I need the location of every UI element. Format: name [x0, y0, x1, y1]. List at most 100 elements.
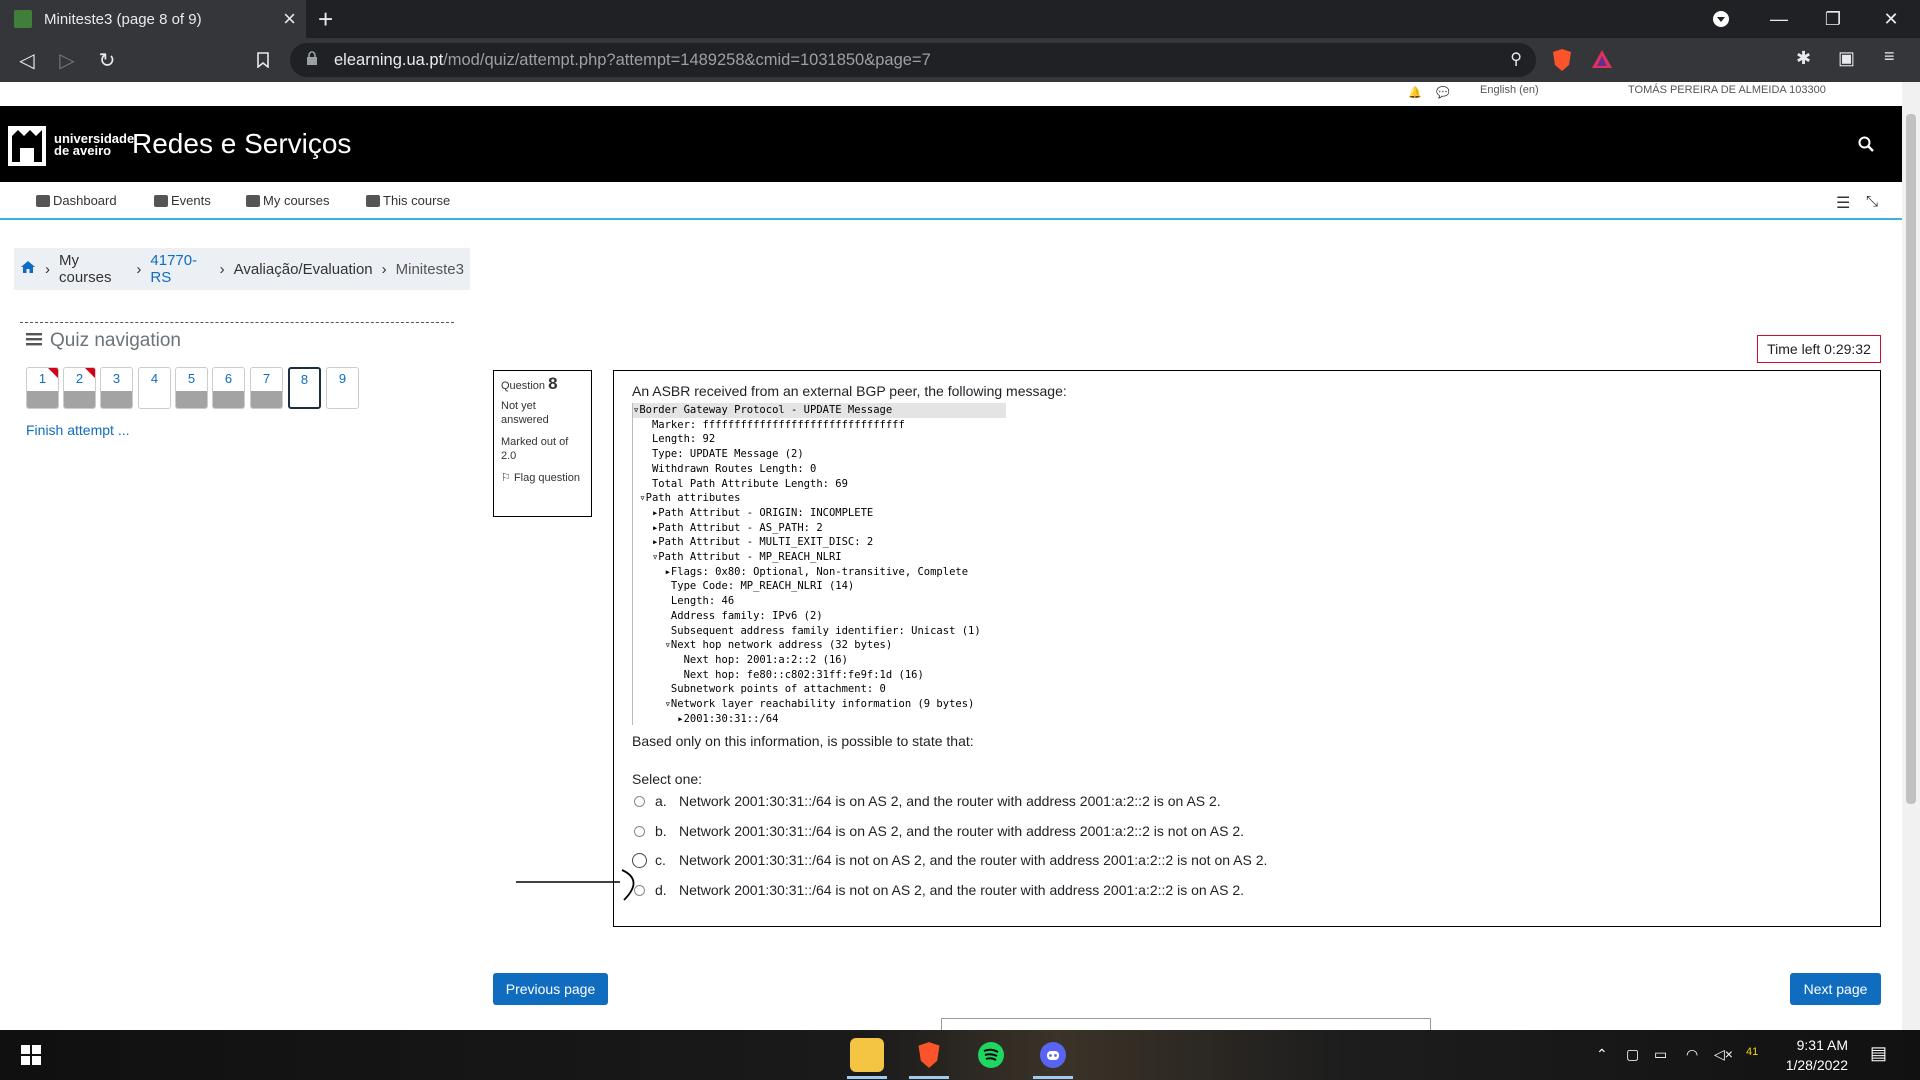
quiz-navigation-title: Quiz navigation: [26, 330, 181, 352]
collapse-icon[interactable]: ⤡: [1866, 193, 1878, 210]
select-one-label: Select one:: [632, 771, 703, 787]
notification-count: 41: [1746, 1046, 1759, 1058]
minimize-icon[interactable]: —: [1756, 0, 1802, 38]
quiz-timer: Time left 0:29:32: [1757, 335, 1881, 363]
packet-line: Marker: ffffffffffffffffffffffffffffffff: [633, 418, 905, 431]
tray-chevron-icon[interactable]: ⌃: [1596, 1046, 1608, 1063]
primary-navigation: Dashboard Events My courses This course …: [0, 182, 1902, 220]
answer-option-c[interactable]: c. Network 2001:30:31::/64 is not on AS …: [632, 852, 1267, 868]
breadcrumb-section[interactable]: Avaliação/Evaluation: [234, 261, 373, 278]
nav-dashboard[interactable]: Dashboard: [36, 193, 117, 208]
action-center-icon[interactable]: ▤: [1870, 1043, 1887, 1064]
clock-date: 1/28/2022: [1785, 1057, 1848, 1073]
question-intro: An ASBR received from an external BGP pe…: [632, 383, 1067, 399]
reload-icon[interactable]: ↻: [92, 45, 122, 75]
wifi-icon[interactable]: ◠: [1686, 1046, 1698, 1063]
file-explorer-icon[interactable]: [850, 1038, 884, 1072]
tab-search-icon[interactable]: [1698, 0, 1744, 38]
site-title[interactable]: Redes e Serviços: [132, 128, 351, 160]
brave-rewards-icon[interactable]: [1591, 48, 1613, 75]
answer-option-b[interactable]: b. Network 2001:30:31::/64 is on AS 2, a…: [634, 823, 1244, 839]
messages-icon[interactable]: 💬: [1436, 86, 1450, 99]
university-logo-icon[interactable]: [8, 126, 46, 166]
notification-icon[interactable]: 🔔: [1408, 86, 1422, 99]
url-path: /mod/quiz/attempt.php?attempt=1489258&cm…: [443, 50, 931, 69]
quiz-nav-question-8[interactable]: 8: [288, 367, 321, 409]
brave-browser-icon[interactable]: [912, 1038, 946, 1072]
quiz-nav-question-4[interactable]: 4: [138, 367, 171, 409]
flag-icon: [85, 368, 95, 378]
pen-annotation-arrow: [516, 869, 635, 901]
packet-line: ▿Network layer reachability information …: [633, 698, 975, 711]
system-clock[interactable]: 9:31 AM 1/28/2022: [1786, 1035, 1848, 1075]
radio-button[interactable]: [634, 825, 645, 837]
quiz-nav-question-6[interactable]: 6: [212, 367, 245, 409]
windows-start-icon[interactable]: [14, 1038, 48, 1072]
breadcrumb-quiz[interactable]: Miniteste3: [396, 261, 464, 278]
blocks-toggle-icon[interactable]: ☰: [1836, 193, 1850, 213]
quiz-nav-question-5[interactable]: 5: [175, 367, 208, 409]
quiz-nav-question-2[interactable]: 2: [63, 367, 96, 409]
new-tab-icon[interactable]: +: [318, 4, 333, 35]
sitemap-icon: [366, 194, 380, 207]
page-scrollbar[interactable]: [1902, 82, 1920, 1030]
question-info: Question 8 Not yet answered Marked out o…: [493, 370, 592, 517]
bookmark-icon[interactable]: [248, 45, 278, 75]
breadcrumb: › My courses › 41770-RS › Avaliação/Eval…: [14, 248, 470, 290]
packet-line: ▸Path Attribut - ORIGIN: INCOMPLETE: [633, 506, 874, 519]
home-icon[interactable]: [20, 260, 36, 278]
breadcrumb-my-courses[interactable]: My courses: [59, 252, 127, 286]
briefcase-icon: [246, 194, 260, 207]
previous-page-button[interactable]: Previous page: [493, 973, 608, 1005]
quiz-nav-question-1[interactable]: 1: [26, 367, 59, 409]
wallet-icon[interactable]: ▣: [1838, 48, 1855, 69]
page-viewport: 🔔 💬 English (en) TOMÁS PEREIRA DE ALMEID…: [0, 82, 1902, 1030]
packet-line: ▿Border Gateway Protocol - UPDATE Messag…: [633, 403, 1006, 418]
radio-button[interactable]: [634, 795, 645, 807]
question-state: Not yet answered: [501, 400, 549, 426]
calendar-icon: [154, 194, 168, 207]
finish-attempt-link[interactable]: Finish attempt ...: [26, 422, 129, 438]
browser-tab-bar: Miniteste3 (page 8 of 9) × + — ❐ ✕: [0, 0, 1920, 38]
volume-muted-icon[interactable]: ◁×: [1714, 1046, 1733, 1063]
search-icon[interactable]: [1858, 136, 1874, 157]
packet-line: ▸Path Attribut - MULTI_EXIT_DISC: 2: [633, 536, 874, 549]
nav-this-course[interactable]: This course: [366, 193, 450, 208]
flag-question[interactable]: ⚐ Flag question: [501, 471, 584, 485]
address-bar[interactable]: elearning.ua.pt/mod/quiz/attempt.php?att…: [290, 43, 1536, 77]
breadcrumb-course[interactable]: 41770-RS: [150, 252, 210, 286]
back-icon[interactable]: ◁: [12, 45, 42, 75]
answer-option-d[interactable]: d. Network 2001:30:31::/64 is not on AS …: [634, 882, 1244, 898]
hamburger-icon[interactable]: [26, 330, 42, 352]
close-tab-icon[interactable]: ×: [283, 6, 296, 32]
nav-my-courses[interactable]: My courses: [246, 193, 329, 208]
quiz-nav-question-3[interactable]: 3: [100, 367, 133, 409]
question-marks: Marked out of 2.0: [501, 436, 569, 462]
meet-now-icon[interactable]: ▢: [1626, 1046, 1639, 1063]
menu-icon[interactable]: ≡: [1884, 46, 1895, 67]
extensions-icon[interactable]: ✱: [1796, 48, 1811, 69]
restore-icon[interactable]: ❐: [1810, 0, 1856, 38]
next-page-button[interactable]: Next page: [1790, 973, 1881, 1005]
battery-icon[interactable]: ▭: [1654, 1046, 1667, 1063]
divider: [20, 322, 454, 323]
spotify-icon[interactable]: [974, 1038, 1008, 1072]
window-close-icon[interactable]: ✕: [1868, 0, 1914, 38]
zoom-icon[interactable]: ⚲: [1510, 49, 1522, 69]
breadcrumb-separator: ›: [136, 260, 142, 278]
discord-icon[interactable]: [1036, 1038, 1070, 1072]
answer-option-a[interactable]: a. Network 2001:30:31::/64 is on AS 2, a…: [634, 793, 1221, 809]
quiz-nav-question-7[interactable]: 7: [250, 367, 283, 409]
packet-line: Length: 92: [633, 433, 716, 446]
packet-line: Type Code: MP_REACH_NLRI (14): [633, 580, 855, 593]
packet-line: Subnetwork points of attachment: 0: [633, 683, 886, 696]
user-menu[interactable]: TOMÁS PEREIRA DE ALMEIDA 103300: [1628, 84, 1826, 96]
quiz-nav-question-9[interactable]: 9: [326, 367, 359, 409]
nav-events[interactable]: Events: [154, 193, 211, 208]
language-selector[interactable]: English (en): [1480, 84, 1539, 96]
forward-icon[interactable]: ▷: [52, 45, 82, 75]
brave-shield-icon[interactable]: [1551, 48, 1573, 77]
breadcrumb-separator: ›: [45, 260, 50, 278]
lock-icon: [307, 51, 317, 65]
browser-tab[interactable]: Miniteste3 (page 8 of 9) ×: [0, 0, 306, 38]
